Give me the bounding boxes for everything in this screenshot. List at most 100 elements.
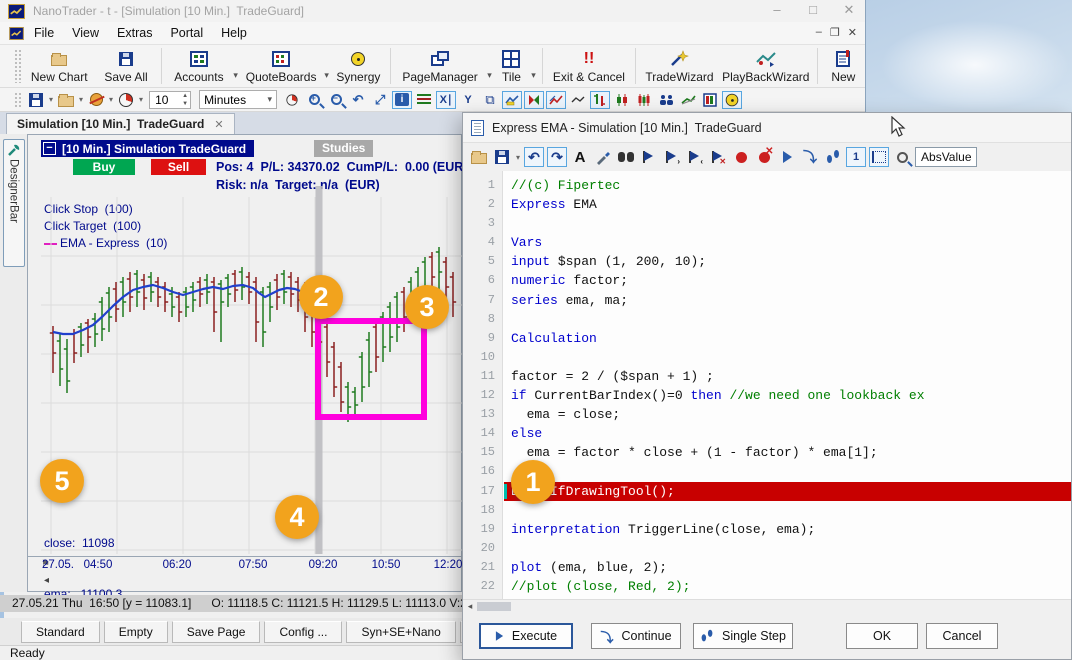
synergy-button[interactable]: Synergy: [331, 45, 386, 87]
run-to-cursor-icon[interactable]: ⤵: [800, 147, 820, 167]
sentimentor-icon[interactable]: [722, 91, 742, 109]
ok-button[interactable]: OK: [846, 623, 918, 649]
sell-button[interactable]: Sell: [151, 159, 206, 175]
period-clock-icon[interactable]: [116, 91, 136, 109]
export-icon[interactable]: [86, 91, 106, 109]
menu-help[interactable]: Help: [212, 23, 256, 43]
undo-icon[interactable]: ↶: [524, 147, 544, 167]
line-chart-icon[interactable]: [502, 91, 522, 109]
code-line-18[interactable]: 18: [463, 501, 1071, 520]
editor-hscrollbar[interactable]: ◂: [463, 599, 1071, 613]
time-axis[interactable]: ⚑ 27.05.04:5006:2007:5009:2010:5012:20: [28, 556, 461, 572]
maximize-icon[interactable]: □: [804, 2, 822, 18]
accounts-dropdown-icon[interactable]: ▾: [231, 70, 240, 81]
code-line-20[interactable]: 20: [463, 539, 1071, 558]
toolbar-grip[interactable]: [14, 92, 21, 108]
code-line-4[interactable]: 4Vars: [463, 233, 1071, 252]
code-line-5[interactable]: 5input $span (1, 200, 10);: [463, 252, 1071, 271]
ruler-icon[interactable]: [869, 147, 889, 167]
open-dropdown-icon[interactable]: ▾: [78, 95, 84, 104]
run-icon[interactable]: [777, 147, 797, 167]
menu-view[interactable]: View: [63, 23, 108, 43]
swap-window-icon[interactable]: ⧉: [480, 91, 500, 109]
menu-portal[interactable]: Portal: [161, 23, 212, 43]
bar-chart-icon[interactable]: [590, 91, 610, 109]
page-tab-standard[interactable]: Standard: [21, 621, 100, 643]
font-icon[interactable]: A: [570, 147, 590, 167]
save-script-icon[interactable]: [492, 147, 512, 167]
open-script-icon[interactable]: [469, 147, 489, 167]
page-tab-empty[interactable]: Empty: [104, 621, 168, 643]
accounts-pair-icon[interactable]: [656, 91, 676, 109]
mdi-restore-icon[interactable]: ❐: [830, 26, 840, 39]
buy-button[interactable]: Buy: [73, 159, 135, 175]
code-line-11[interactable]: 11factor = 2 / ($span + 1) ;: [463, 367, 1071, 386]
line-style-icon[interactable]: [568, 91, 588, 109]
code-line-13[interactable]: 13 ema = close;: [463, 405, 1071, 424]
export-dropdown-icon[interactable]: ▾: [108, 95, 114, 104]
tab-simulation-tradeguard[interactable]: Simulation [10 Min.] TradeGuard ✕: [6, 113, 235, 134]
designer-bar-tab[interactable]: DesignerBar: [3, 139, 25, 267]
toolbar-grip[interactable]: [14, 49, 21, 83]
info-panel-icon[interactable]: i: [392, 91, 412, 109]
quoteboards-dropdown-icon[interactable]: ▾: [322, 70, 331, 81]
code-line-8[interactable]: 8: [463, 310, 1071, 329]
redo-icon[interactable]: ↷: [547, 147, 567, 167]
period-input[interactable]: 10 ▲▼: [149, 91, 191, 109]
zigzag-icon[interactable]: [546, 91, 566, 109]
clear-bookmarks-icon[interactable]: ✕: [708, 147, 728, 167]
code-line-10[interactable]: 10: [463, 348, 1071, 367]
save-all-button[interactable]: Save All: [95, 45, 158, 87]
next-bookmark-icon[interactable]: ›: [662, 147, 682, 167]
tab-close-icon[interactable]: ✕: [214, 118, 223, 131]
indent-lines-icon[interactable]: [414, 91, 434, 109]
accounts-button[interactable]: Accounts: [166, 45, 231, 87]
pagemanager-button[interactable]: PageManager: [395, 45, 485, 87]
fit-chart-icon[interactable]: ⤢: [370, 91, 390, 109]
save-icon[interactable]: [26, 91, 46, 109]
code-line-12[interactable]: 12if CurrentBarIndex()=0 then //we need …: [463, 386, 1071, 405]
tradewizard-button[interactable]: TradeWizard: [640, 45, 719, 87]
search-input[interactable]: [915, 147, 977, 167]
code-line-14[interactable]: 14else: [463, 424, 1071, 443]
execute-button[interactable]: Execute: [479, 623, 573, 649]
continue-button[interactable]: ⤵ Continue: [591, 623, 681, 649]
breakpoint-icon[interactable]: [731, 147, 751, 167]
page-tab-save-page[interactable]: Save Page: [172, 621, 261, 643]
find-icon[interactable]: [616, 147, 636, 167]
trend-tool-icon[interactable]: [678, 91, 698, 109]
exit-cancel-button[interactable]: !! Exit & Cancel: [547, 45, 631, 87]
code-line-7[interactable]: 7series ema, ma;: [463, 291, 1071, 310]
cross-tool-icon[interactable]: [524, 91, 544, 109]
spinner-arrows-icon[interactable]: ▲▼: [182, 92, 188, 108]
zoom-in-icon[interactable]: +: [304, 91, 324, 109]
code-line-6[interactable]: 6numeric factor;: [463, 271, 1071, 290]
quoteboards-button[interactable]: QuoteBoards: [240, 45, 323, 87]
new-chart-button[interactable]: New Chart: [24, 45, 95, 87]
tile-dropdown-icon[interactable]: ▾: [529, 70, 538, 81]
menu-file[interactable]: File: [25, 23, 63, 43]
mdi-close-icon[interactable]: ✕: [848, 26, 857, 39]
code-line-19[interactable]: 19interpretation TriggerLine(close, ema)…: [463, 520, 1071, 539]
toggle-bookmark-icon[interactable]: [639, 147, 659, 167]
tile-button[interactable]: Tile: [494, 45, 529, 87]
page-tab-syn-se-nano[interactable]: Syn+SE+Nano: [346, 621, 455, 643]
menu-extras[interactable]: Extras: [108, 23, 161, 43]
y-axis-tool-icon[interactable]: Y: [458, 91, 478, 109]
cancel-button[interactable]: Cancel: [926, 623, 998, 649]
clock-dropdown-icon[interactable]: ▾: [138, 95, 144, 104]
code-line-22[interactable]: 22//plot (close, Red, 2);: [463, 577, 1071, 596]
depth-panel-icon[interactable]: [700, 91, 720, 109]
code-line-21[interactable]: 21plot (ema, blue, 2);: [463, 558, 1071, 577]
single-step-button[interactable]: Single Step: [693, 623, 793, 649]
step-icon[interactable]: [823, 147, 843, 167]
collapse-icon[interactable]: −: [43, 142, 56, 155]
code-line-2[interactable]: 2Express EMA: [463, 195, 1071, 214]
save-dropdown-icon[interactable]: ▾: [515, 153, 521, 162]
candle-chart-icon[interactable]: [612, 91, 632, 109]
zoom-out-icon[interactable]: −: [326, 91, 346, 109]
save-dropdown-icon[interactable]: ▾: [48, 95, 54, 104]
timeframe-select[interactable]: Minutes ▾: [199, 90, 277, 109]
code-line-3[interactable]: 3: [463, 214, 1071, 233]
add-timeframe-icon[interactable]: [282, 91, 302, 109]
